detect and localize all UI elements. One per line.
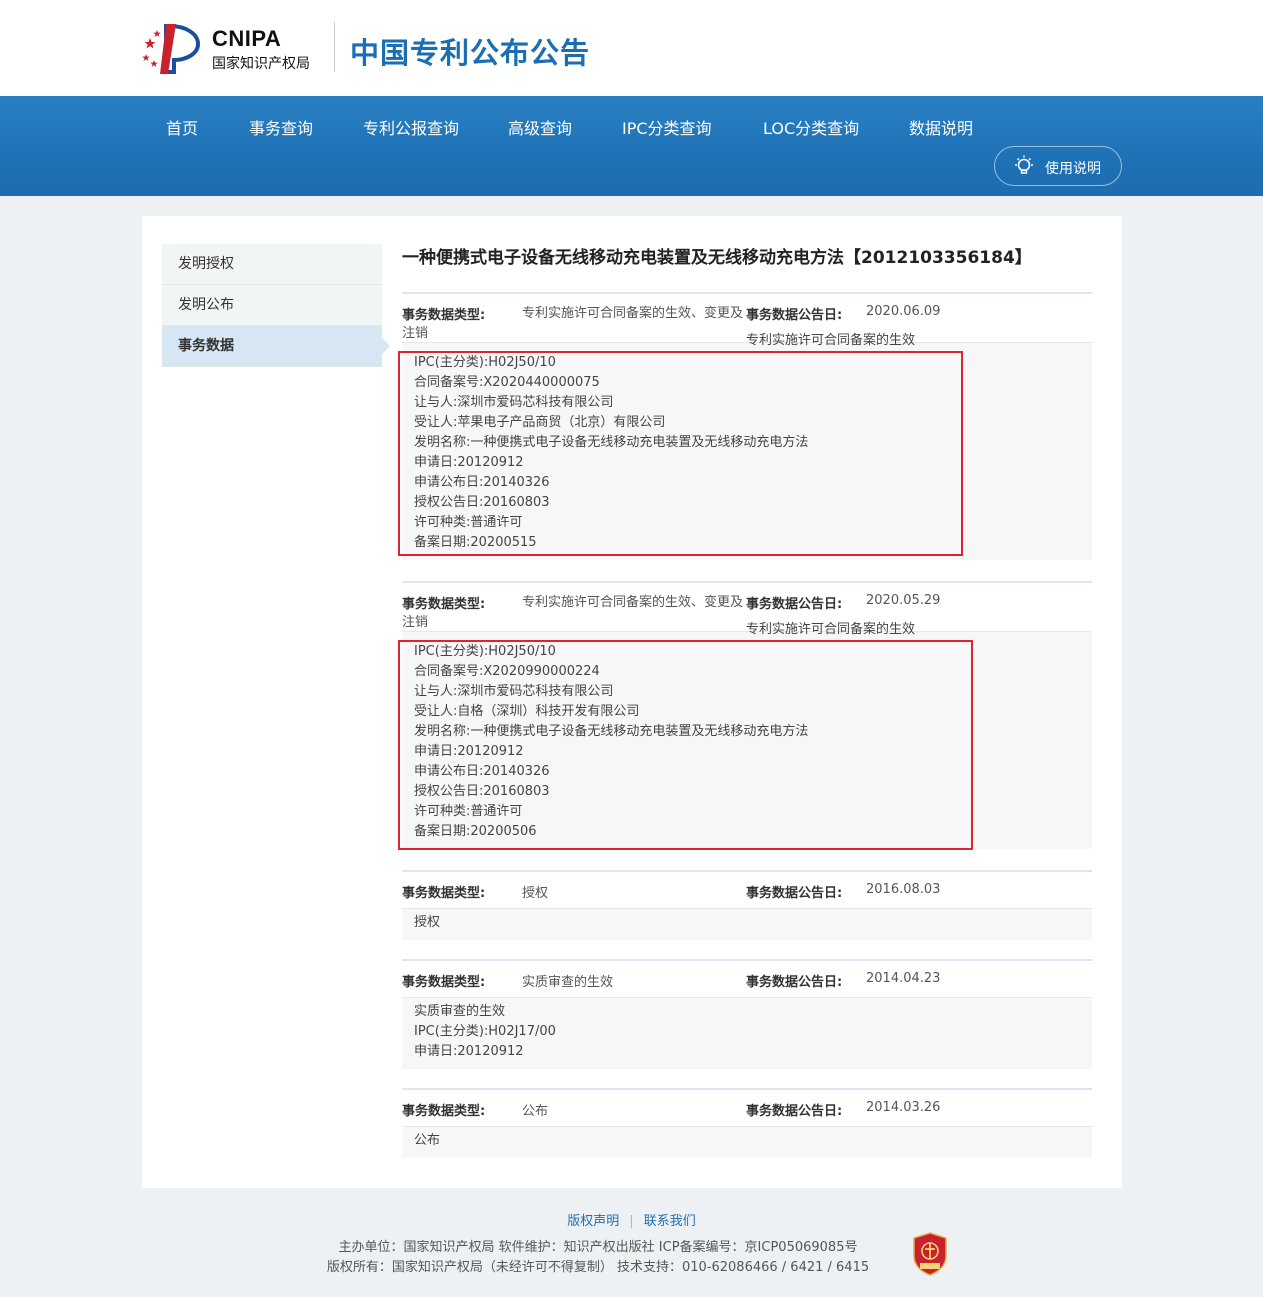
logo-subtitle: 国家知识产权局 — [212, 56, 310, 72]
help-button-label: 使用说明 — [1045, 161, 1101, 177]
detail-line: IPC(主分类):H02J17/00 — [414, 1024, 556, 1039]
date-label: 事务数据公告日: — [746, 886, 843, 901]
lightbulb-icon — [1015, 155, 1033, 174]
date-label: 事务数据公告日: — [746, 597, 843, 612]
date-value: 2014.04.23 — [866, 971, 941, 986]
sidebar-item-transaction-data[interactable]: 事务数据 — [162, 326, 390, 367]
record-detail: 授权 — [402, 908, 1092, 940]
type-label: 事务数据类型: — [402, 1104, 486, 1119]
logo-text: CNIPA — [212, 26, 282, 51]
date-value: 2016.08.03 — [866, 882, 941, 897]
help-button[interactable]: 使用说明 — [994, 146, 1122, 186]
detail-line: 实质审查的生效 — [414, 1004, 506, 1019]
main-navbar: 首页 事务查询 专利公报查询 高级查询 IPC分类查询 LOC分类查询 数据说明… — [0, 96, 1263, 196]
content-area: 一种便携式电子设备无线移动充电装置及无线移动充电方法【2012103356184… — [398, 244, 1092, 1158]
highlight-box — [398, 351, 963, 556]
type-value: 公布 — [522, 1104, 549, 1119]
nav-item-transaction-query[interactable]: 事务查询 — [249, 115, 313, 139]
highlight-box — [398, 640, 973, 850]
copyright-link[interactable]: 版权声明 — [567, 1214, 619, 1229]
footer-links: 版权声明 | 联系我们 — [0, 1210, 1263, 1229]
cnipa-logo[interactable]: CNIPA 国家知识产权局 — [140, 20, 340, 76]
cnipa-emblem-icon — [142, 24, 201, 74]
sub-type: 专利实施许可合同备案的生效 — [746, 622, 916, 637]
main-panel: 发明授权 发明公布 事务数据 一种便携式电子设备无线移动充电装置及无线移动充电方… — [142, 216, 1122, 1188]
page-title: 一种便携式电子设备无线移动充电装置及无线移动充电方法【2012103356184… — [402, 248, 1032, 268]
record-detail: 公布 — [402, 1126, 1092, 1158]
type-label: 事务数据类型: — [402, 975, 486, 990]
transaction-record: 事务数据类型: 专利实施许可合同备案的生效、变更及注销 事务数据公告日: 202… — [398, 292, 1092, 560]
header-divider — [334, 22, 335, 72]
record-detail: 实质审查的生效 IPC(主分类):H02J17/00 申请日:20120912 — [402, 997, 1092, 1069]
nav-item-loc-query[interactable]: LOC分类查询 — [763, 115, 859, 139]
footer-line-1: 主办单位：国家知识产权局 软件维护：知识产权出版社 ICP备案编号：京ICP05… — [338, 1240, 858, 1255]
transaction-record: 事务数据类型: 授权 事务数据公告日: 2016.08.03 授权 — [402, 870, 1092, 940]
date-value: 2020.06.09 — [866, 304, 941, 319]
type-value: 授权 — [522, 886, 549, 901]
transaction-record: 事务数据类型: 实质审查的生效 事务数据公告日: 2014.04.23 实质审查… — [402, 959, 1092, 1069]
nav-item-gazette-query[interactable]: 专利公报查询 — [363, 115, 459, 139]
sub-type: 专利实施许可合同备案的生效 — [746, 333, 916, 348]
transaction-record: 事务数据类型: 公布 事务数据公告日: 2014.03.26 公布 — [402, 1088, 1092, 1158]
sidebar-item-invention-publication[interactable]: 发明公布 — [162, 285, 382, 326]
footer-link-separator: | — [629, 1214, 634, 1229]
detail-line: 公布 — [414, 1133, 441, 1148]
nav-item-home[interactable]: 首页 — [166, 115, 198, 139]
footer-line-2: 版权所有：国家知识产权局（未经许可不得复制） 技术支持：010-62086466… — [326, 1260, 870, 1275]
type-value: 实质审查的生效 — [522, 975, 614, 990]
nav-item-data-description[interactable]: 数据说明 — [909, 115, 973, 139]
contact-link[interactable]: 联系我们 — [644, 1214, 696, 1229]
detail-line: 申请日:20120912 — [414, 1044, 524, 1059]
type-value: 专利实施许可合同备案的生效、变更及注销 — [402, 595, 744, 630]
sidebar-item-invention-grant[interactable]: 发明授权 — [162, 244, 382, 285]
record-detail: 专利实施许可合同备案的生效 IPC(主分类):H02J50/10 合同备案号:X… — [398, 622, 1092, 850]
footer: 版权声明 | 联系我们 主办单位：国家知识产权局 软件维护：知识产权出版社 ICP备… — [0, 1200, 1263, 1297]
date-label: 事务数据公告日: — [746, 975, 843, 990]
site-title[interactable]: 中国专利公布公告 — [350, 30, 590, 72]
nav-item-advanced-query[interactable]: 高级查询 — [508, 115, 572, 139]
transaction-record: 事务数据类型: 专利实施许可合同备案的生效、变更及注销 事务数据公告日: 202… — [398, 581, 1092, 850]
site-header: CNIPA 国家知识产权局 中国专利公布公告 — [0, 0, 1263, 96]
date-value: 2020.05.29 — [866, 593, 941, 608]
date-label: 事务数据公告日: — [746, 1104, 843, 1119]
government-badge-icon[interactable] — [912, 1232, 948, 1276]
type-label: 事务数据类型: — [402, 886, 486, 901]
date-label: 事务数据公告日: — [746, 308, 843, 323]
type-value: 专利实施许可合同备案的生效、变更及注销 — [402, 306, 744, 341]
date-value: 2014.03.26 — [866, 1100, 941, 1115]
detail-line: 授权 — [414, 915, 441, 930]
sidebar: 发明授权 发明公布 事务数据 — [162, 244, 390, 367]
nav-item-ipc-query[interactable]: IPC分类查询 — [622, 115, 712, 139]
record-detail: 专利实施许可合同备案的生效 IPC(主分类):H02J50/10 合同备案号:X… — [398, 333, 1092, 560]
